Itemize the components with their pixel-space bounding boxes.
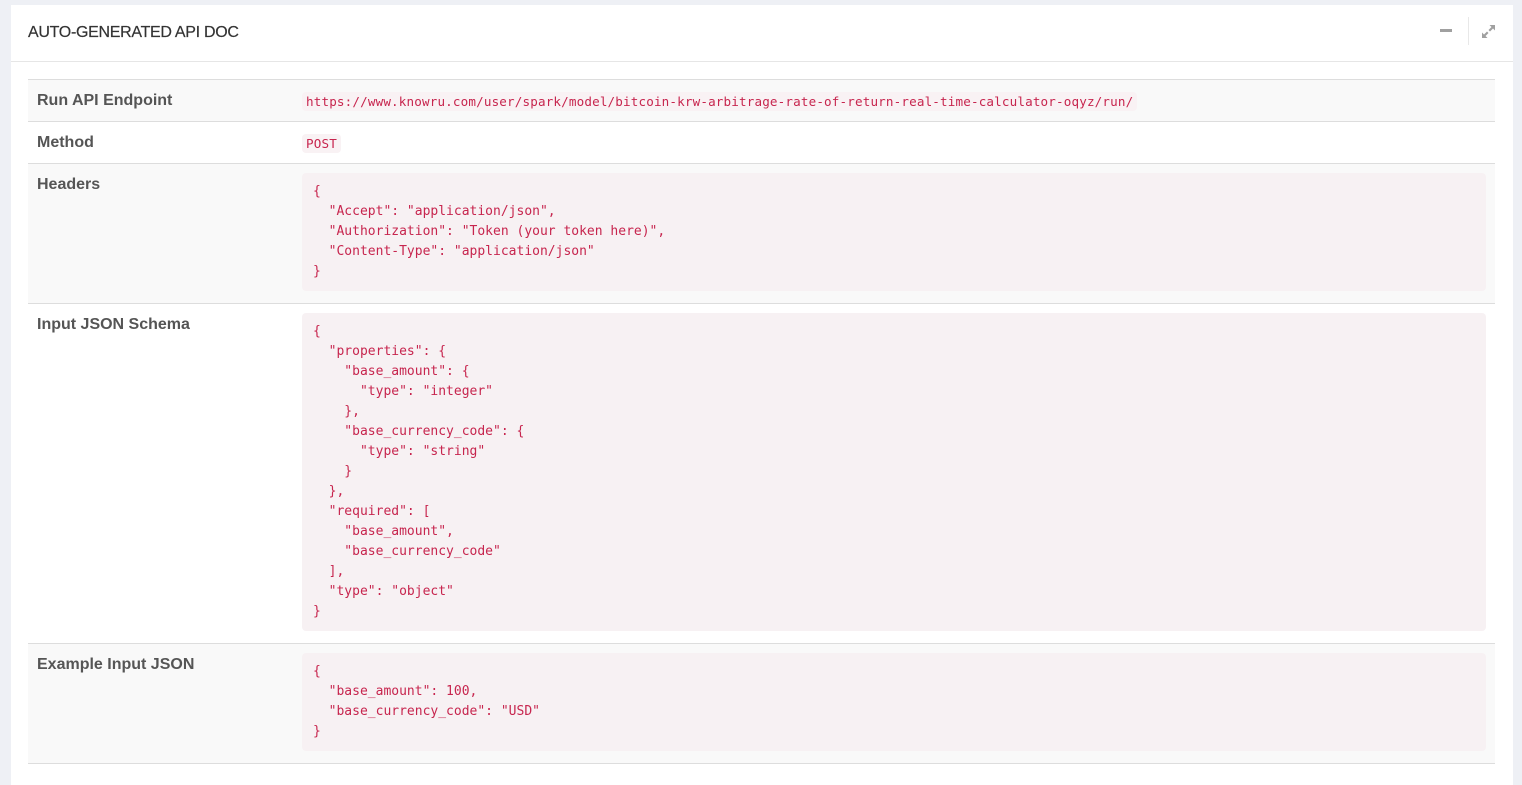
method-label: Method — [37, 134, 94, 151]
api-doc-table: Run API Endpoint https://www.knowru.com/… — [28, 79, 1495, 764]
row-method: Method POST — [28, 122, 1495, 164]
row-endpoint: Run API Endpoint https://www.knowru.com/… — [28, 80, 1495, 122]
expand-arrows-icon — [1481, 24, 1495, 38]
example-input-label: Example Input JSON — [37, 656, 195, 673]
headers-code[interactable]: { "Accept": "application/json", "Authori… — [302, 173, 1486, 291]
row-headers: Headers { "Accept": "application/json", … — [28, 164, 1495, 304]
example-input-value-cell: { "base_amount": 100, "base_currency_cod… — [293, 644, 1495, 763]
api-doc-panel: AUTO-GENERATED API DOC Run API Endpoint … — [11, 5, 1513, 785]
tool-divider — [1468, 17, 1469, 45]
input-schema-code[interactable]: { "properties": { "base_amount": { "type… — [302, 313, 1486, 631]
endpoint-label: Run API Endpoint — [37, 92, 173, 109]
example-input-code[interactable]: { "base_amount": 100, "base_currency_cod… — [302, 653, 1486, 751]
panel-title: AUTO-GENERATED API DOC — [28, 24, 239, 41]
method-value-cell: POST — [293, 122, 1495, 163]
input-schema-label: Input JSON Schema — [37, 316, 190, 333]
headers-value-cell: { "Accept": "application/json", "Authori… — [293, 164, 1495, 303]
endpoint-url[interactable]: https://www.knowru.com/user/spark/model/… — [302, 92, 1138, 111]
method-value[interactable]: POST — [302, 134, 341, 153]
minus-icon — [1440, 29, 1452, 32]
row-example-input: Example Input JSON { "base_amount": 100,… — [28, 644, 1495, 764]
expand-button[interactable] — [1477, 19, 1499, 43]
minimize-button[interactable] — [1435, 19, 1457, 43]
input-schema-value-cell: { "properties": { "base_amount": { "type… — [293, 304, 1495, 643]
endpoint-value-cell: https://www.knowru.com/user/spark/model/… — [293, 80, 1495, 121]
row-input-schema: Input JSON Schema { "properties": { "bas… — [28, 304, 1495, 644]
panel-header: AUTO-GENERATED API DOC — [11, 5, 1513, 62]
headers-label: Headers — [37, 176, 101, 193]
